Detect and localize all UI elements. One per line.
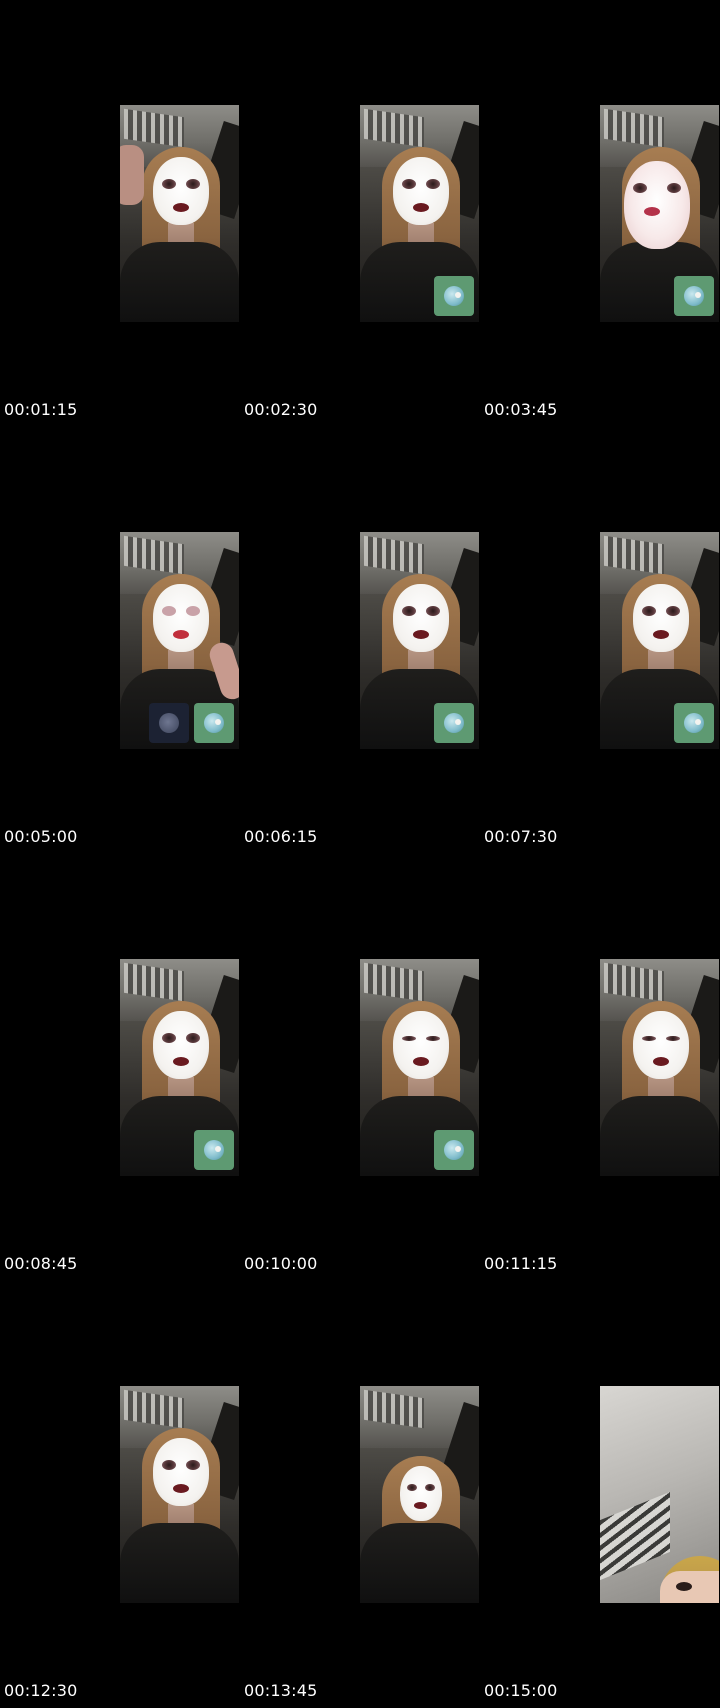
frame-timestamp: 00:12:30 xyxy=(4,1681,78,1700)
pip-avatar-icon[interactable] xyxy=(194,1130,234,1170)
face-mask xyxy=(153,157,209,225)
face-mask xyxy=(400,1466,442,1521)
frame-cell: 00:08:45 xyxy=(0,854,240,1281)
video-frame xyxy=(600,532,719,749)
video-frame xyxy=(360,105,479,322)
frame-timestamp: 00:08:45 xyxy=(4,1254,78,1273)
pip-avatar-icon[interactable] xyxy=(674,703,714,743)
face-mask xyxy=(393,1011,449,1079)
pip-avatar-icon[interactable] xyxy=(434,703,474,743)
frame-timestamp: 00:13:45 xyxy=(244,1681,318,1700)
frame-timestamp: 00:06:15 xyxy=(244,827,318,846)
video-frame xyxy=(120,1386,239,1603)
face-mask xyxy=(633,1011,689,1079)
face-mask xyxy=(153,1011,209,1079)
frame-timestamp: 00:07:30 xyxy=(484,827,558,846)
frame-cell: 00:07:30 xyxy=(480,427,720,854)
frame-cell: 00:05:00 xyxy=(0,427,240,854)
frame-cell: 00:11:15 xyxy=(480,854,720,1281)
face-mask xyxy=(153,1438,209,1506)
frame-timestamp: 00:02:30 xyxy=(244,400,318,419)
frame-cell: 00:02:30 xyxy=(240,0,480,427)
frame-cell: 00:10:00 xyxy=(240,854,480,1281)
frame-timestamp: 00:10:00 xyxy=(244,1254,318,1273)
frame-timestamp: 00:15:00 xyxy=(484,1681,558,1700)
face-mask xyxy=(393,157,449,225)
frame-cell: 00:13:45 xyxy=(240,1281,480,1708)
video-frame xyxy=(120,105,239,322)
face-mask xyxy=(153,584,209,652)
video-frame xyxy=(120,959,239,1176)
face-mask xyxy=(393,584,449,652)
video-frame xyxy=(600,959,719,1176)
pip-avatar-icon[interactable] xyxy=(674,276,714,316)
face-mask xyxy=(624,161,690,249)
frame-cell: 00:03:45 xyxy=(480,0,720,427)
video-frame xyxy=(600,1386,719,1603)
frame-cell: 00:15:00 xyxy=(480,1281,720,1708)
video-frame xyxy=(120,532,239,749)
frame-timestamp: 00:11:15 xyxy=(484,1254,558,1273)
video-frame xyxy=(360,1386,479,1603)
frame-timestamp: 00:01:15 xyxy=(4,400,78,419)
frame-timestamp: 00:03:45 xyxy=(484,400,558,419)
video-frame xyxy=(600,105,719,322)
video-frame xyxy=(360,959,479,1176)
pip-dark-avatar-icon[interactable] xyxy=(149,703,189,743)
frame-cell: 00:06:15 xyxy=(240,427,480,854)
pip-avatar-icon[interactable] xyxy=(434,276,474,316)
hand xyxy=(120,145,144,205)
frame-cell: 00:12:30 xyxy=(0,1281,240,1708)
pip-avatar-icon[interactable] xyxy=(434,1130,474,1170)
frame-timestamp: 00:05:00 xyxy=(4,827,78,846)
pip-avatar-icon[interactable] xyxy=(194,703,234,743)
video-frame xyxy=(360,532,479,749)
frame-cell: 00:01:15 xyxy=(0,0,240,427)
face-mask xyxy=(633,584,689,652)
